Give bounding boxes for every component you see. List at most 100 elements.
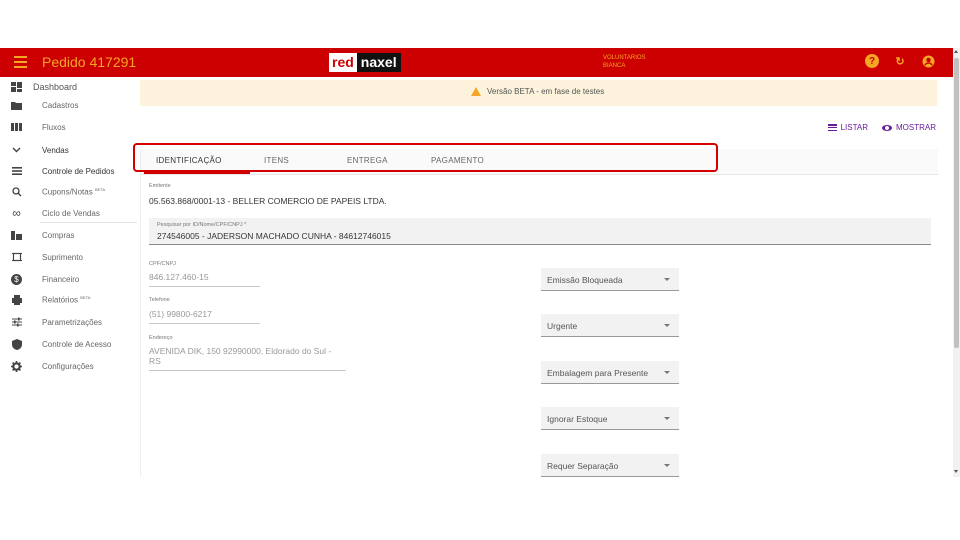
gear-icon xyxy=(11,361,22,372)
sidebar-item-label: Fluxos xyxy=(42,123,66,132)
emissao-bloqueada-select[interactable]: Emissão Bloqueada xyxy=(541,268,679,291)
address-underline xyxy=(149,370,346,371)
emitente-label: Emitente xyxy=(149,183,171,189)
sidebar-item-label: Suprimento xyxy=(42,253,83,262)
sidebar: Dashboard Cadastros Fluxos Vendas Contro… xyxy=(0,77,139,477)
address-line-2[interactable]: RS xyxy=(149,356,161,366)
urgente-select[interactable]: Urgente xyxy=(541,314,679,337)
sidebar-item-relatorios[interactable]: Relatórios BETA xyxy=(0,290,139,310)
select-label: Requer Separação xyxy=(547,461,618,471)
user-name: BIANCA xyxy=(603,62,646,70)
logo-naxel-text: naxel xyxy=(357,53,401,72)
chevron-down-icon xyxy=(11,145,22,156)
sidebar-item-label: Dashboard xyxy=(33,82,77,92)
beta-badge: BETA xyxy=(95,187,105,192)
phone-label: Telefone xyxy=(149,297,170,303)
sidebar-item-configuracoes[interactable]: Configurações xyxy=(0,356,139,376)
sidebar-item-ciclo-vendas[interactable]: ∞ Ciclo de Vendas xyxy=(0,203,139,223)
menu-icon[interactable] xyxy=(14,56,27,68)
order-card: IDENTIFICAÇÃO ITENS ENTREGA PAGAMENTO Em… xyxy=(140,149,938,477)
company-name: VOLUNTARIOS xyxy=(603,54,646,62)
warning-icon xyxy=(471,87,481,96)
logo-red-text: red xyxy=(329,53,357,72)
address-label: Endereço xyxy=(149,335,173,341)
sidebar-item-cadastros[interactable]: Cadastros xyxy=(0,95,139,115)
refresh-icon[interactable]: ↻ xyxy=(893,54,907,68)
phone-field[interactable]: (51) 99800-6217 xyxy=(149,309,212,319)
eye-icon xyxy=(882,125,892,131)
show-button[interactable]: MOSTRAR xyxy=(882,123,936,132)
sidebar-item-controle-pedidos[interactable]: Controle de Pedidos xyxy=(0,161,139,181)
user-account-icon[interactable] xyxy=(921,54,935,68)
sidebar-item-cupons-notas[interactable]: Cupons/Notas BETA xyxy=(0,182,139,202)
cpf-field[interactable]: 846.127.460-15 xyxy=(149,272,209,282)
supply-icon xyxy=(11,252,22,263)
svg-text:$: $ xyxy=(14,275,19,284)
ignorar-estoque-select[interactable]: Ignorar Estoque xyxy=(541,407,679,430)
customer-search-value: 274546005 - JADERSON MACHADO CUNHA - 846… xyxy=(157,231,391,241)
scroll-thumb[interactable] xyxy=(954,58,959,348)
sidebar-item-label: Parametrizações xyxy=(42,318,102,327)
select-label: Urgente xyxy=(547,321,577,331)
scroll-up-icon[interactable] xyxy=(954,50,958,53)
page-title: Pedido 417291 xyxy=(42,54,136,70)
purchases-icon xyxy=(11,230,22,241)
sidebar-item-suprimento[interactable]: Suprimento xyxy=(0,247,139,267)
folder-icon xyxy=(11,100,22,111)
beta-badge: BETA xyxy=(80,295,90,300)
customer-search-input[interactable]: Pesquisar por ID/Nome/CPF/CNPJ * 2745460… xyxy=(149,218,931,245)
search-receipt-icon xyxy=(11,187,22,198)
list-icon xyxy=(11,166,22,177)
chevron-down-icon xyxy=(664,371,670,374)
user-info: VOLUNTARIOS BIANCA xyxy=(603,54,646,70)
sidebar-item-label: Relatórios xyxy=(42,296,78,305)
sidebar-item-parametrizacoes[interactable]: Parametrizações xyxy=(0,312,139,332)
chevron-down-icon xyxy=(664,324,670,327)
print-icon xyxy=(11,295,22,306)
list-icon xyxy=(828,124,837,131)
sidebar-item-label: Compras xyxy=(42,231,74,240)
sidebar-item-financeiro[interactable]: $ Financeiro xyxy=(0,269,139,289)
select-label: Embalagem para Presente xyxy=(547,368,648,378)
sidebar-item-label: Controle de Pedidos xyxy=(42,167,115,176)
sidebar-item-vendas[interactable]: Vendas xyxy=(0,140,139,160)
infinity-icon: ∞ xyxy=(11,208,22,219)
help-icon[interactable]: ? xyxy=(865,54,879,68)
customer-search-label: Pesquisar por ID/Nome/CPF/CNPJ * xyxy=(157,222,246,228)
select-label: Emissão Bloqueada xyxy=(547,275,623,285)
chevron-down-icon xyxy=(664,464,670,467)
embalagem-presente-select[interactable]: Embalagem para Presente xyxy=(541,361,679,384)
tabs-highlight-box xyxy=(133,143,718,172)
sidebar-item-label: Configurações xyxy=(42,362,94,371)
sidebar-divider xyxy=(40,222,137,223)
chevron-down-icon xyxy=(664,278,670,281)
beta-banner: Versão BETA - em fase de testes xyxy=(140,80,937,106)
logo: red naxel xyxy=(329,53,401,72)
list-button[interactable]: LISTAR xyxy=(828,123,868,132)
sidebar-item-label: Cupons/Notas xyxy=(42,188,93,197)
shield-icon xyxy=(11,339,22,350)
chevron-down-icon xyxy=(664,417,670,420)
scroll-down-icon[interactable] xyxy=(954,470,958,473)
show-button-label: MOSTRAR xyxy=(896,123,936,132)
phone-underline xyxy=(149,323,260,324)
dollar-icon: $ xyxy=(11,274,22,285)
address-line-1[interactable]: AVENIDA DIK, 150 92990000, Eldorado do S… xyxy=(149,346,331,356)
requer-separacao-select[interactable]: Requer Separação xyxy=(541,454,679,477)
sidebar-item-controle-acesso[interactable]: Controle de Acesso xyxy=(0,334,139,354)
sidebar-item-label: Ciclo de Vendas xyxy=(42,209,100,218)
sidebar-item-label: Cadastros xyxy=(42,101,78,110)
emitente-value: 05.563.868/0001-13 - BELLER COMERCIO DE … xyxy=(149,196,387,206)
sidebar-item-fluxos[interactable]: Fluxos xyxy=(0,117,139,137)
sidebar-item-compras[interactable]: Compras xyxy=(0,225,139,245)
view-actions: LISTAR MOSTRAR xyxy=(828,123,936,132)
sidebar-item-dashboard[interactable]: Dashboard xyxy=(0,77,139,97)
columns-icon xyxy=(11,122,22,133)
page-scrollbar[interactable] xyxy=(953,48,960,477)
sliders-icon xyxy=(11,317,22,328)
app-window: Pedido 417291 red naxel VOLUNTARIOS BIAN… xyxy=(0,48,960,477)
sidebar-item-label: Controle de Acesso xyxy=(42,340,111,349)
top-bar: Pedido 417291 red naxel VOLUNTARIOS BIAN… xyxy=(0,48,953,77)
list-button-label: LISTAR xyxy=(841,123,868,132)
banner-text: Versão BETA - em fase de testes xyxy=(487,87,604,96)
